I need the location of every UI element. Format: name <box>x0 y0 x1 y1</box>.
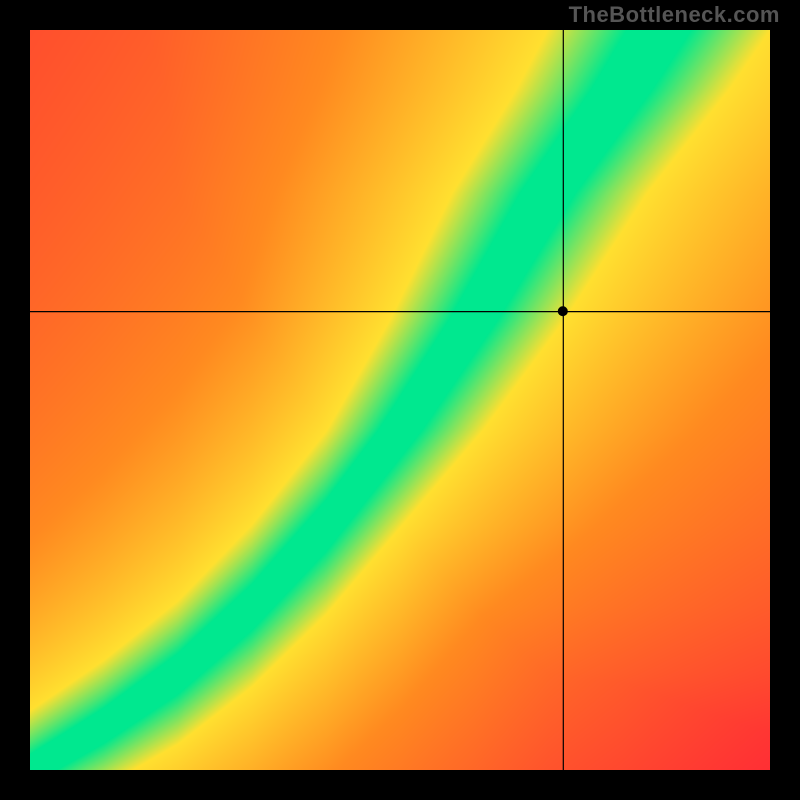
watermark-text: TheBottleneck.com <box>569 2 780 28</box>
chart-frame: TheBottleneck.com <box>0 0 800 800</box>
bottleneck-heatmap <box>30 30 770 770</box>
